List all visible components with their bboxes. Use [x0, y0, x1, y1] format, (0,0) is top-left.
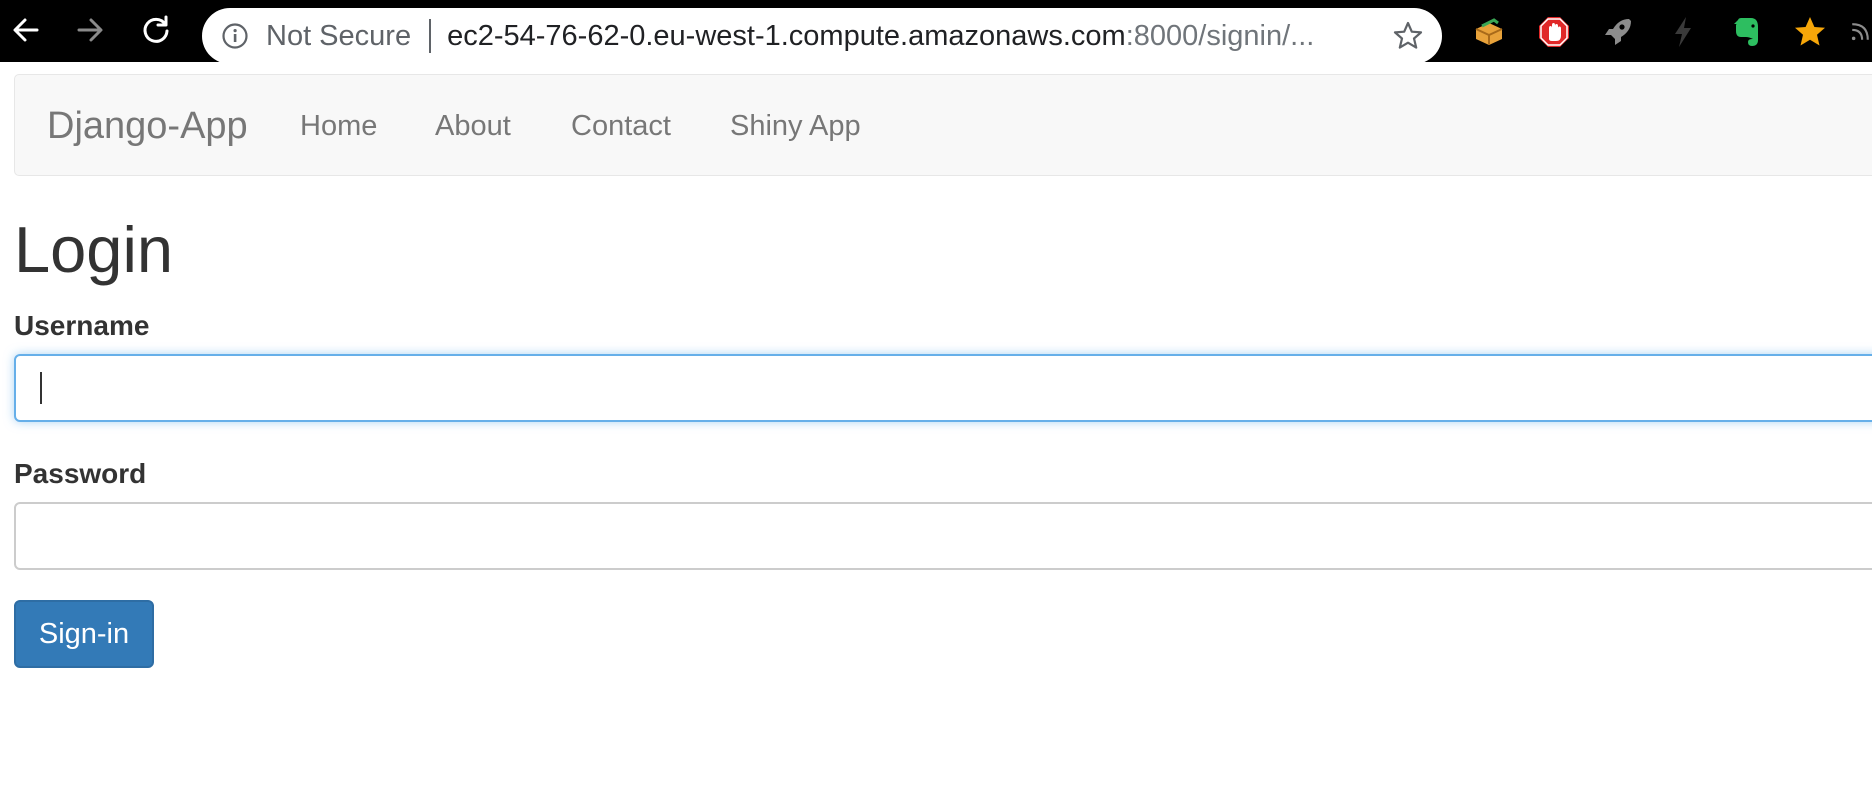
divider	[429, 19, 432, 53]
info-icon[interactable]	[220, 21, 250, 51]
top-navbar: Django-App Home About Contact Shiny App	[14, 74, 1872, 176]
forward-arrow-icon	[77, 18, 103, 42]
adblock-icon[interactable]	[1536, 14, 1572, 50]
bookmark-star-icon[interactable]	[1392, 20, 1424, 52]
navbar-brand[interactable]: Django-App	[47, 105, 248, 148]
evernote-icon[interactable]	[1728, 14, 1764, 50]
browser-toolbar: Not Secure ec2-54-76-62-0.eu-west-1.comp…	[0, 0, 1872, 64]
package-icon[interactable]	[1471, 14, 1507, 50]
security-label: Not Secure	[266, 19, 412, 52]
nav-link-about[interactable]: About	[435, 110, 511, 143]
username-input[interactable]	[14, 354, 1872, 422]
lightning-icon[interactable]	[1665, 14, 1701, 50]
back-arrow-icon	[13, 18, 39, 42]
username-label: Username	[14, 310, 150, 341]
nav-link-shiny-app[interactable]: Shiny App	[730, 110, 861, 143]
sign-in-button[interactable]: Sign-in	[14, 600, 154, 668]
password-input[interactable]	[14, 502, 1872, 570]
favorite-star-icon[interactable]	[1792, 14, 1828, 50]
nav-link-contact[interactable]: Contact	[571, 110, 671, 143]
password-label: Password	[14, 458, 147, 489]
nav-link-home[interactable]: Home	[300, 110, 377, 143]
text-cursor	[40, 372, 42, 404]
reload-button[interactable]	[138, 12, 174, 48]
rocket-icon[interactable]	[1600, 14, 1636, 50]
reload-icon	[143, 15, 169, 43]
url-host: ec2-54-76-62-0.eu-west-1.compute.amazona…	[447, 19, 1126, 52]
rss-icon[interactable]	[1848, 14, 1872, 50]
forward-button[interactable]	[72, 12, 108, 48]
address-bar[interactable]: Not Secure ec2-54-76-62-0.eu-west-1.comp…	[202, 8, 1442, 64]
page-title: Login	[14, 213, 174, 286]
url-path: :8000/signin/...	[1125, 19, 1315, 52]
back-button[interactable]	[8, 12, 44, 48]
